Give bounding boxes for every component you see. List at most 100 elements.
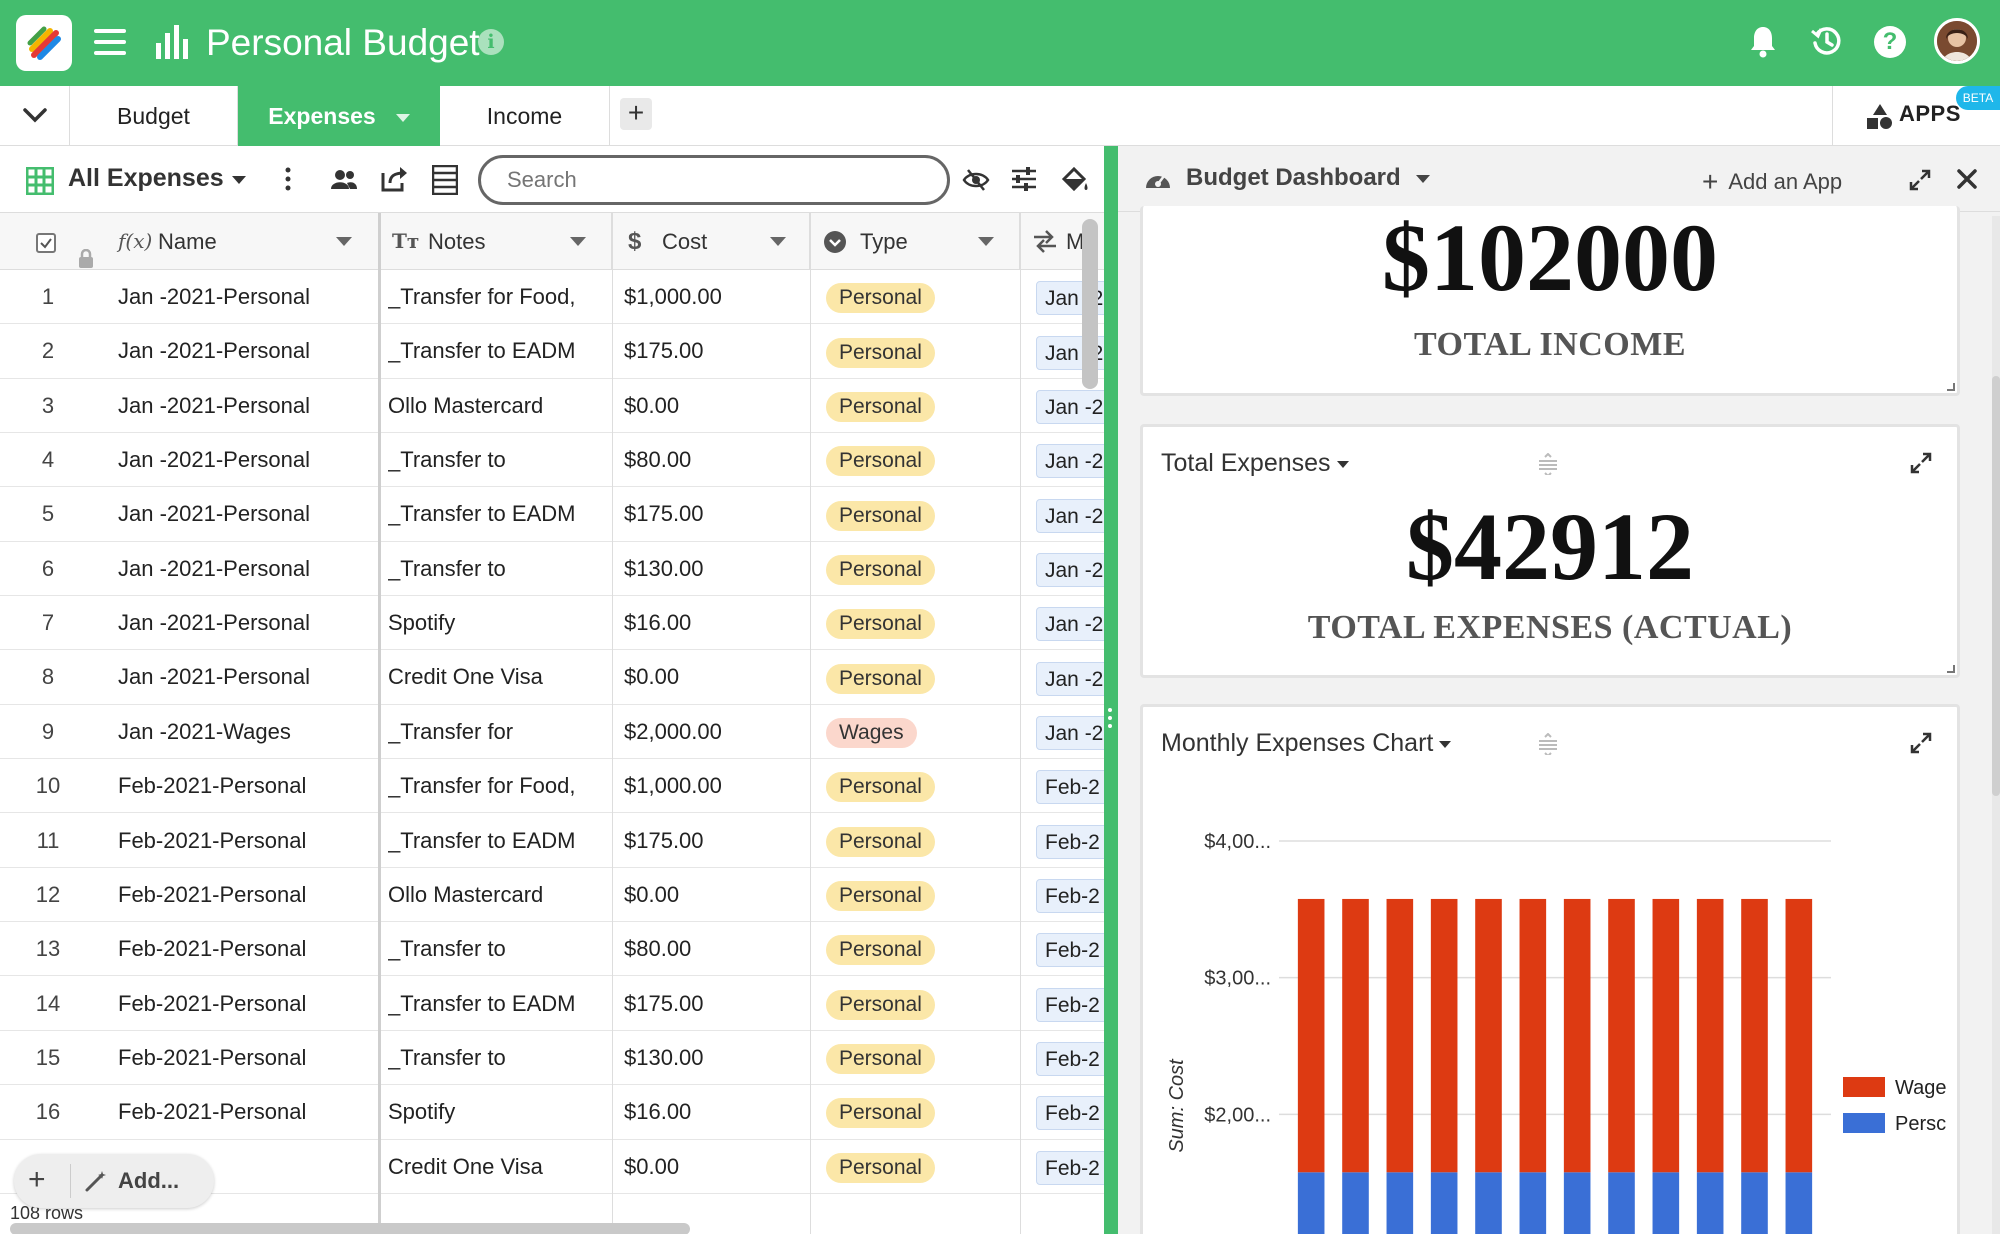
add-table-button[interactable]: + <box>620 98 652 130</box>
cell-type[interactable]: Personal <box>826 596 1016 650</box>
select-all-checkbox[interactable] <box>36 233 56 253</box>
drag-handle-icon[interactable] <box>1537 732 1559 760</box>
table-row[interactable]: 12 Feb-2021-Personal Ollo Mastercard $0.00 P… <box>0 868 1104 923</box>
hide-fields-icon[interactable] <box>962 167 990 198</box>
cell-type[interactable]: Personal <box>826 759 1016 813</box>
cell-name[interactable]: Feb-2021-Personal <box>118 868 368 922</box>
cell-cost[interactable]: $1,000.00 <box>624 759 804 813</box>
cell-cost[interactable]: $175.00 <box>624 487 804 541</box>
cell-cost[interactable]: $1,000.00 <box>624 270 804 324</box>
table-row[interactable]: 4 Jan -2021-Personal _Transfer to $80.00 Per… <box>0 433 1104 488</box>
cell-name[interactable]: Feb-2021-Personal <box>118 1085 368 1139</box>
cell-month[interactable]: Jan -2 <box>1036 487 1104 541</box>
expand-icon[interactable] <box>1909 451 1933 480</box>
avatar[interactable] <box>1934 18 1980 64</box>
cell-month[interactable]: Feb-2 <box>1036 1140 1104 1194</box>
cell-cost[interactable]: $175.00 <box>624 814 804 868</box>
cell-cost[interactable]: $0.00 <box>624 650 804 704</box>
table-row[interactable]: 7 Jan -2021-Personal Spotify $16.00 Personal… <box>0 596 1104 651</box>
cell-type[interactable]: Personal <box>826 324 1016 378</box>
vertical-scrollbar[interactable] <box>1082 219 1098 389</box>
chevron-down-icon[interactable] <box>978 237 994 246</box>
cell-month[interactable]: Jan -2 <box>1036 542 1104 596</box>
chevron-down-icon[interactable] <box>1336 460 1349 468</box>
cell-type[interactable]: Personal <box>826 1085 1016 1139</box>
cell-notes[interactable]: _Transfer to EADM <box>388 487 602 541</box>
close-icon[interactable] <box>1956 168 1978 195</box>
cell-notes[interactable]: Spotify <box>388 596 602 650</box>
cell-type[interactable]: Personal <box>826 433 1016 487</box>
cell-name[interactable]: Jan -2021-Personal <box>118 433 368 487</box>
cell-notes[interactable]: _Transfer to <box>388 433 602 487</box>
table-row[interactable]: 9 Jan -2021-Wages _Transfer for $2,000.00 Wa… <box>0 705 1104 760</box>
frozen-column-divider[interactable] <box>378 213 381 1234</box>
table-row[interactable]: 3 Jan -2021-Personal Ollo Mastercard $0.00 P… <box>0 379 1104 433</box>
cell-notes[interactable]: Spotify <box>388 1085 602 1139</box>
more-options-icon[interactable] <box>284 165 292 198</box>
cell-name[interactable]: Jan -2021-Personal <box>118 379 368 433</box>
cell-type[interactable]: Personal <box>826 1140 1016 1194</box>
chevron-down-icon[interactable] <box>570 237 586 246</box>
cell-name[interactable]: Jan -2021-Wages <box>118 705 368 759</box>
info-icon[interactable]: i <box>478 29 504 55</box>
column-header-notes[interactable]: Tт Notes <box>380 213 612 270</box>
horizontal-scrollbar[interactable] <box>10 1223 690 1234</box>
history-icon[interactable] <box>1810 24 1844 63</box>
cell-name[interactable]: Feb-2021-Personal <box>118 759 368 813</box>
view-name[interactable]: All Expenses <box>68 164 224 193</box>
tab-budget[interactable]: Budget <box>70 86 238 146</box>
table-row[interactable]: 10 Feb-2021-Personal _Transfer for Food, $1… <box>0 759 1104 814</box>
cell-cost[interactable]: $0.00 <box>624 1140 804 1194</box>
column-header-type[interactable]: Type <box>810 213 1020 270</box>
table-row[interactable]: 8 Jan -2021-Personal Credit One Visa $0.00 P… <box>0 650 1104 705</box>
cell-type[interactable]: Personal <box>826 922 1016 976</box>
cell-month[interactable]: Jan -2 <box>1036 650 1104 704</box>
cell-month[interactable]: Feb-2 <box>1036 1031 1104 1085</box>
cell-notes[interactable]: Ollo Mastercard <box>388 868 602 922</box>
cell-notes[interactable]: Ollo Mastercard <box>388 379 602 433</box>
cell-name[interactable]: Feb-2021-Personal <box>118 922 368 976</box>
hamburger-menu-icon[interactable] <box>94 27 126 62</box>
cell-type[interactable]: Personal <box>826 487 1016 541</box>
cell-notes[interactable]: _Transfer to <box>388 1031 602 1085</box>
cell-name[interactable]: Jan -2021-Personal <box>118 487 368 541</box>
cell-cost[interactable]: $175.00 <box>624 977 804 1031</box>
cell-type[interactable]: Personal <box>826 868 1016 922</box>
cell-name[interactable]: Feb-2021-Personal <box>118 1031 368 1085</box>
add-row-button[interactable]: + <box>28 1164 46 1196</box>
cell-type[interactable]: Personal <box>826 650 1016 704</box>
cell-name[interactable]: Jan -2021-Personal <box>118 270 368 324</box>
search-input[interactable] <box>478 155 950 205</box>
table-row[interactable]: 16 Feb-2021-Personal Spotify $16.00 Personal… <box>0 1085 1104 1140</box>
paint-bucket-icon[interactable] <box>1060 165 1090 198</box>
cell-cost[interactable]: $130.00 <box>624 1031 804 1085</box>
chevron-down-icon[interactable] <box>1416 175 1430 183</box>
cell-notes[interactable]: _Transfer for Food, <box>388 270 602 324</box>
table-row[interactable]: 6 Jan -2021-Personal _Transfer to $130.00 Pe… <box>0 542 1104 597</box>
collapse-tables-button[interactable] <box>0 86 70 146</box>
cell-cost[interactable]: $175.00 <box>624 324 804 378</box>
share-people-icon[interactable] <box>330 165 358 198</box>
table-row[interactable]: 11 Feb-2021-Personal _Transfer to EADM $175… <box>0 814 1104 868</box>
cell-cost[interactable]: $130.00 <box>624 542 804 596</box>
tab-expenses[interactable]: Expenses <box>238 86 440 146</box>
card-title[interactable]: Monthly Expenses Chart <box>1161 729 1452 758</box>
bell-icon[interactable] <box>1748 24 1778 63</box>
cell-notes[interactable]: _Transfer to <box>388 922 602 976</box>
expand-icon[interactable] <box>1909 731 1933 760</box>
expand-icon[interactable] <box>1908 168 1932 197</box>
table-row[interactable]: 2 Jan -2021-Personal _Transfer to EADM $175… <box>0 324 1104 379</box>
cell-month[interactable]: Feb-2 <box>1036 814 1104 868</box>
cell-cost[interactable]: $80.00 <box>624 433 804 487</box>
cell-cost[interactable]: $0.00 <box>624 379 804 433</box>
column-header-name[interactable]: f(x) Name <box>118 213 378 270</box>
resize-handle-icon[interactable] <box>1947 383 1955 391</box>
cell-month[interactable]: Jan -2 <box>1036 596 1104 650</box>
cell-type[interactable]: Personal <box>826 270 1016 324</box>
cell-cost[interactable]: $16.00 <box>624 596 804 650</box>
app-logo-icon[interactable] <box>16 15 72 71</box>
cell-notes[interactable]: _Transfer for <box>388 705 602 759</box>
cell-name[interactable]: Feb-2021-Personal <box>118 814 368 868</box>
cell-type[interactable]: Personal <box>826 977 1016 1031</box>
filter-sliders-icon[interactable] <box>1010 165 1038 198</box>
